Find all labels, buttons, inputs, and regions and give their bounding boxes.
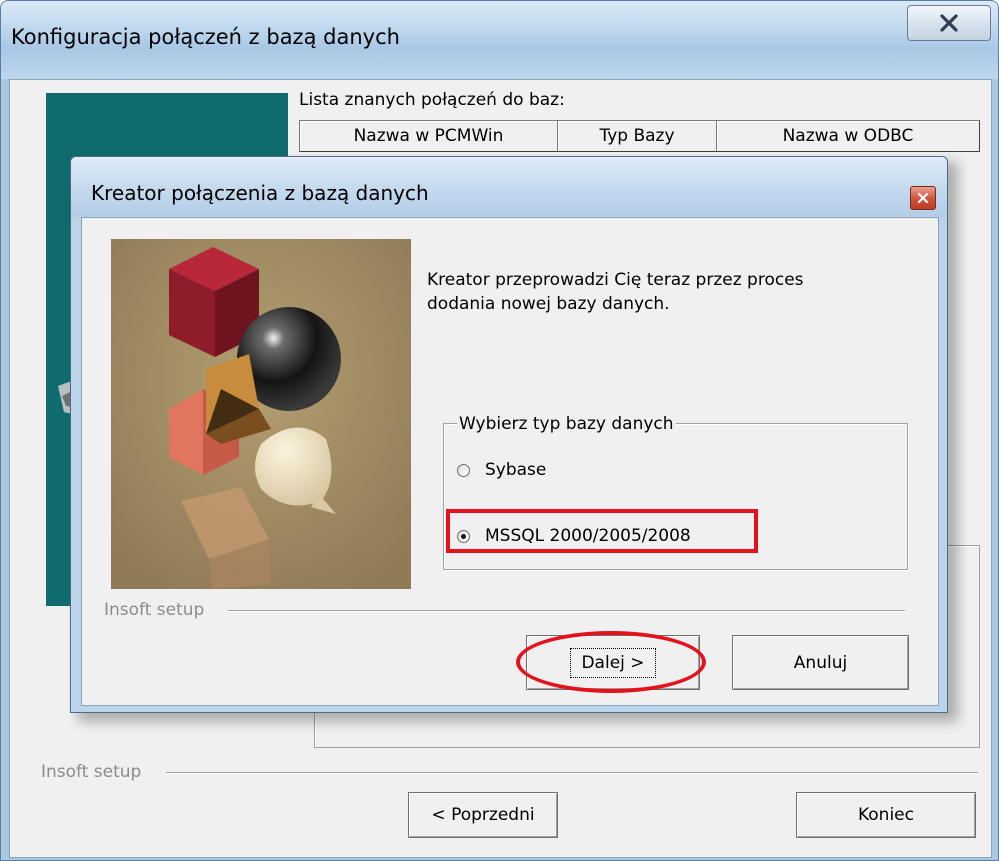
outer-separator-label: Insoft setup	[41, 762, 142, 782]
close-icon	[917, 192, 929, 204]
wizard-dialog: Kreator połączenia z bazą danych Kreator…	[70, 156, 948, 713]
wizard-client-area: Kreator przeprowadzi Cię teraz przez pro…	[81, 217, 939, 706]
finish-button[interactable]: Koniec	[796, 792, 976, 838]
connections-list-caption: Lista znanych połączeń do baz:	[299, 90, 565, 110]
wizard-title-bar[interactable]: Kreator połączenia z bazą danych	[71, 157, 947, 217]
description-line-2: dodania nowej bazy danych.	[427, 294, 670, 314]
wizard-description: Kreator przeprowadzi Cię teraz przez pro…	[427, 268, 867, 316]
radio-unchecked-icon[interactable]	[457, 463, 470, 477]
column-header-pcmwin-name[interactable]: Nazwa w PCMWin	[299, 120, 558, 152]
close-icon	[940, 14, 958, 32]
outer-title-bar[interactable]: Konfiguracja połączeń z bazą danych	[1, 1, 998, 79]
outer-separator-line	[166, 772, 978, 774]
wizard-illustration	[111, 239, 411, 589]
column-header-odbc-name[interactable]: Nazwa w ODBC	[716, 120, 980, 152]
cancel-button[interactable]: Anuluj	[732, 635, 909, 690]
wizard-separator-label: Insoft setup	[104, 600, 205, 620]
outer-close-button[interactable]	[907, 5, 991, 41]
wizard-dialog-title: Kreator połączenia z bazą danych	[91, 181, 429, 205]
wizard-separator-line	[228, 610, 905, 612]
radio-sybase-label[interactable]: Sybase	[485, 460, 546, 480]
radio-sybase[interactable]: Sybase	[457, 455, 546, 485]
description-line-1: Kreator przeprowadzi Cię teraz przez pro…	[427, 270, 804, 290]
column-header-db-type[interactable]: Typ Bazy	[557, 120, 717, 152]
wizard-close-button[interactable]	[910, 186, 936, 210]
next-highlight-ellipse	[516, 631, 706, 693]
db-type-group-label: Wybierz typ bazy danych	[457, 414, 676, 434]
outer-window-title: Konfiguracja połączeń z bazą danych	[11, 25, 400, 49]
previous-button[interactable]: < Poprzedni	[408, 792, 558, 838]
mssql-highlight-box	[446, 509, 758, 553]
